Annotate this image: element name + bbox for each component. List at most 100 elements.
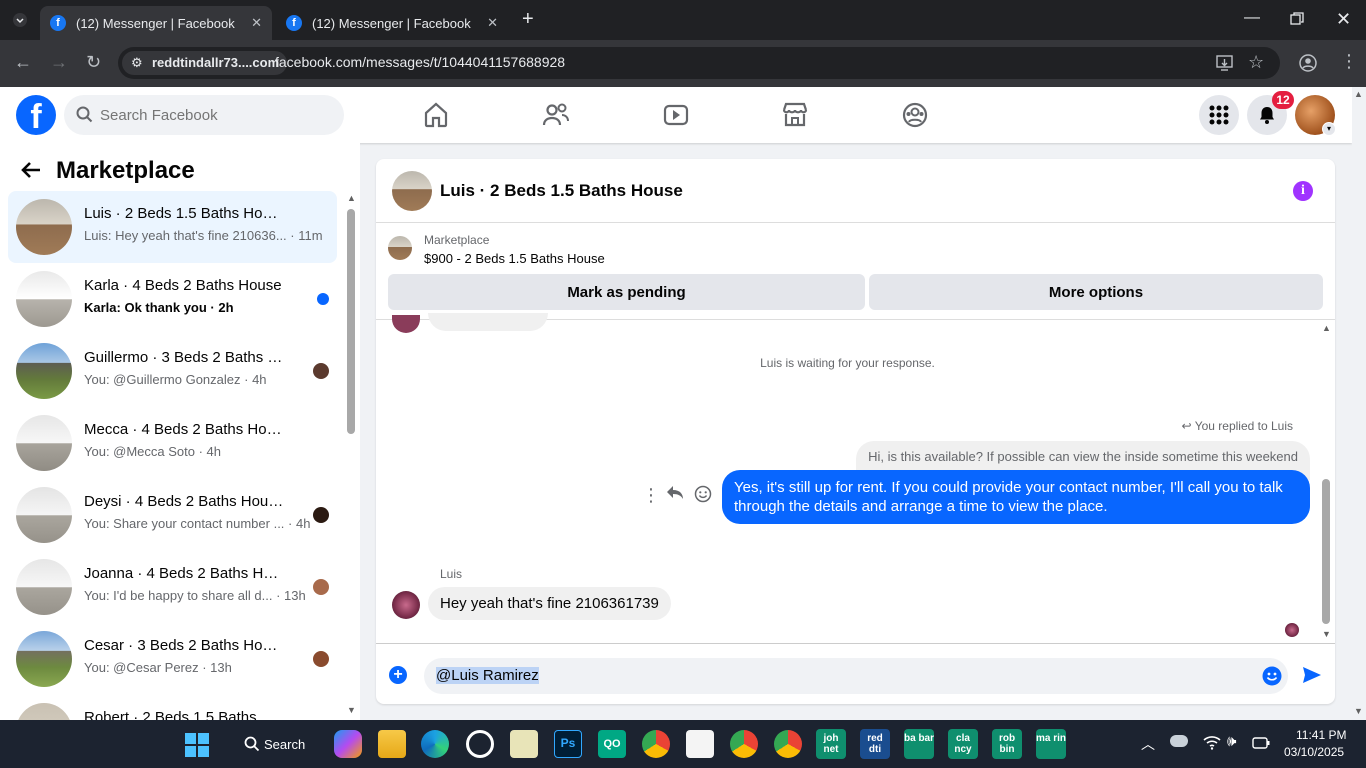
new-tab-icon[interactable]: + xyxy=(522,9,534,29)
windows-start-icon[interactable] xyxy=(185,733,209,762)
video-icon[interactable] xyxy=(660,99,692,131)
back-arrow-icon[interactable] xyxy=(20,159,42,186)
info-icon[interactable]: i xyxy=(1293,181,1313,201)
listing-thumbnail[interactable] xyxy=(388,236,412,260)
conversation-item[interactable]: Karla · 4 Beds 2 Baths House Karla: Ok t… xyxy=(8,263,337,335)
address-bar[interactable]: ⚙ reddtindallr73....com facebook.com/mes… xyxy=(118,47,1280,79)
install-app-icon[interactable] xyxy=(1216,55,1233,75)
chat-title[interactable]: Luis · 2 Beds 1.5 Baths House xyxy=(440,181,683,201)
edge-icon[interactable] xyxy=(421,730,449,758)
friends-icon[interactable] xyxy=(540,99,572,131)
conversation-name: Mecca · 4 Beds 2 Baths House xyxy=(84,421,284,438)
conversation-item[interactable]: Deysi · 4 Beds 2 Baths House You: Share … xyxy=(8,479,337,551)
battery-icon[interactable] xyxy=(1252,736,1270,754)
sender-avatar xyxy=(392,315,420,333)
copilot-icon[interactable] xyxy=(334,730,362,758)
reload-icon[interactable]: ↻ xyxy=(86,53,101,71)
thread-scrollbar[interactable]: ▲ ▼ xyxy=(1319,321,1333,643)
listing-thumbnail xyxy=(16,343,72,399)
send-icon[interactable] xyxy=(1302,665,1322,690)
minimize-icon[interactable]: — xyxy=(1244,10,1260,26)
mark-as-pending-button[interactable]: Mark as pending xyxy=(388,274,865,310)
marketplace-icon[interactable] xyxy=(779,99,811,131)
profile-icon[interactable] xyxy=(1299,54,1317,76)
taskbar-search[interactable]: Search xyxy=(222,728,314,760)
volume-icon[interactable]: 🕪 xyxy=(1227,733,1236,750)
qoo-app-icon[interactable]: QO xyxy=(598,730,626,758)
conversation-name: Karla · 4 Beds 2 Baths House xyxy=(84,277,282,294)
conversation-name: Joanna · 4 Beds 2 Baths House xyxy=(84,565,284,582)
add-attachment-icon[interactable]: + xyxy=(389,666,407,684)
participant-avatar xyxy=(313,651,329,667)
conversation-preview: You: @Cesar Perez · 13h xyxy=(84,660,232,675)
conversation-item[interactable]: Luis · 2 Beds 1.5 Baths House Luis: Hey … xyxy=(8,191,337,263)
pinned-profile-robbin[interactable]: rob bin xyxy=(992,729,1022,759)
onedrive-icon[interactable] xyxy=(1170,735,1188,747)
spreadsheet-app-icon[interactable] xyxy=(510,730,538,758)
chrome-profile-icon[interactable] xyxy=(730,730,758,758)
conversation-item[interactable]: Guillermo · 3 Beds 2 Baths Ho... You: @G… xyxy=(8,335,337,407)
more-options-button[interactable]: More options xyxy=(869,274,1323,310)
sender-avatar[interactable] xyxy=(392,591,420,619)
close-tab-icon[interactable]: ✕ xyxy=(251,15,262,31)
menu-dots-icon[interactable]: ⋮ xyxy=(1340,52,1358,70)
forward-icon[interactable]: → xyxy=(50,53,68,71)
outgoing-message[interactable]: Yes, it's still up for rent. If you coul… xyxy=(722,470,1310,524)
conversation-item[interactable]: Robert · 2 Beds 1.5 Baths House xyxy=(8,695,337,720)
conversation-item[interactable]: Mecca · 4 Beds 2 Baths House You: @Mecca… xyxy=(8,407,337,479)
clock-date[interactable]: 03/10/2025 xyxy=(1284,745,1344,759)
aarp-app-icon[interactable] xyxy=(686,730,714,758)
show-hidden-icons-chevron[interactable]: ︿ xyxy=(1141,734,1155,754)
facebook-favicon-icon: f xyxy=(50,15,66,31)
facebook-top-nav: f 12 ▾ xyxy=(0,87,1352,143)
whatsapp-icon[interactable] xyxy=(466,730,494,758)
pinned-profile-babar[interactable]: ba bar xyxy=(904,729,934,759)
clock-time[interactable]: 11:41 PM xyxy=(1296,728,1346,742)
chat-avatar[interactable] xyxy=(392,171,432,211)
conversation-item[interactable]: Cesar · 3 Beds 2 Baths House You: @Cesar… xyxy=(8,623,337,695)
message-input[interactable]: @Luis Ramirez xyxy=(424,658,1288,694)
conversation-item[interactable]: Joanna · 4 Beds 2 Baths House You: I'd b… xyxy=(8,551,337,623)
conversation-preview: You: @Guillermo Gonzalez · 4h xyxy=(84,372,267,387)
restore-icon[interactable] xyxy=(1290,12,1304,30)
chrome-icon[interactable] xyxy=(642,730,670,758)
photoshop-icon[interactable]: Ps xyxy=(554,730,582,758)
conversation-list-scrollbar[interactable]: ▲ ▼ xyxy=(344,191,358,720)
react-emoji-icon[interactable] xyxy=(694,485,712,508)
close-window-icon[interactable]: ✕ xyxy=(1336,10,1351,28)
back-icon[interactable]: ← xyxy=(14,53,32,71)
chrome-profile-icon[interactable] xyxy=(774,730,802,758)
pinned-profile-clancy[interactable]: cla ncy xyxy=(948,729,978,759)
search-icon xyxy=(76,106,93,128)
listing-title[interactable]: $900 - 2 Beds 1.5 Baths House xyxy=(424,251,605,266)
groups-icon[interactable] xyxy=(899,99,931,131)
pinned-profile-reddti[interactable]: red dti xyxy=(860,729,890,759)
pinned-profile-johnet[interactable]: joh net xyxy=(816,729,846,759)
account-chevron-icon[interactable]: ▾ xyxy=(1322,122,1336,136)
emoji-icon[interactable] xyxy=(1262,666,1282,691)
search-box[interactable] xyxy=(64,95,344,135)
tab-list-icon[interactable] xyxy=(12,12,28,32)
url-text[interactable]: facebook.com/messages/t/1044041157688928 xyxy=(275,54,565,70)
browser-tab-bar: f (12) Messenger | Facebook ✕ f (12) Mes… xyxy=(0,0,1366,40)
tab-title: (12) Messenger | Facebook xyxy=(312,15,471,31)
bookmark-star-icon[interactable]: ☆ xyxy=(1248,53,1264,71)
browser-tab-1[interactable]: f (12) Messenger | Facebook ✕ xyxy=(40,6,272,40)
menu-grid-button[interactable] xyxy=(1199,95,1239,135)
reply-icon[interactable] xyxy=(666,485,684,506)
close-tab-icon[interactable]: ✕ xyxy=(487,15,498,31)
site-info-chip[interactable]: ⚙ reddtindallr73....com xyxy=(122,51,288,75)
marketplace-title: Marketplace xyxy=(56,157,195,184)
page-scrollbar[interactable]: ▲ ▼ xyxy=(1352,87,1366,720)
marketplace-conversation-list: Marketplace Luis · 2 Beds 1.5 Baths Hous… xyxy=(0,143,360,720)
more-actions-icon[interactable]: ⋮ xyxy=(642,485,660,506)
wifi-icon[interactable] xyxy=(1203,734,1221,755)
home-icon[interactable] xyxy=(420,99,452,131)
search-input[interactable] xyxy=(100,95,336,135)
facebook-logo-icon[interactable]: f xyxy=(16,95,56,135)
incoming-message[interactable]: Hey yeah that's fine 2106361739 xyxy=(428,587,671,620)
file-explorer-icon[interactable] xyxy=(378,730,406,758)
pinned-profile-marin[interactable]: ma rin xyxy=(1036,729,1066,759)
browser-tab-2[interactable]: f (12) Messenger | Facebook ✕ xyxy=(276,6,508,40)
grid-icon xyxy=(1209,105,1229,125)
